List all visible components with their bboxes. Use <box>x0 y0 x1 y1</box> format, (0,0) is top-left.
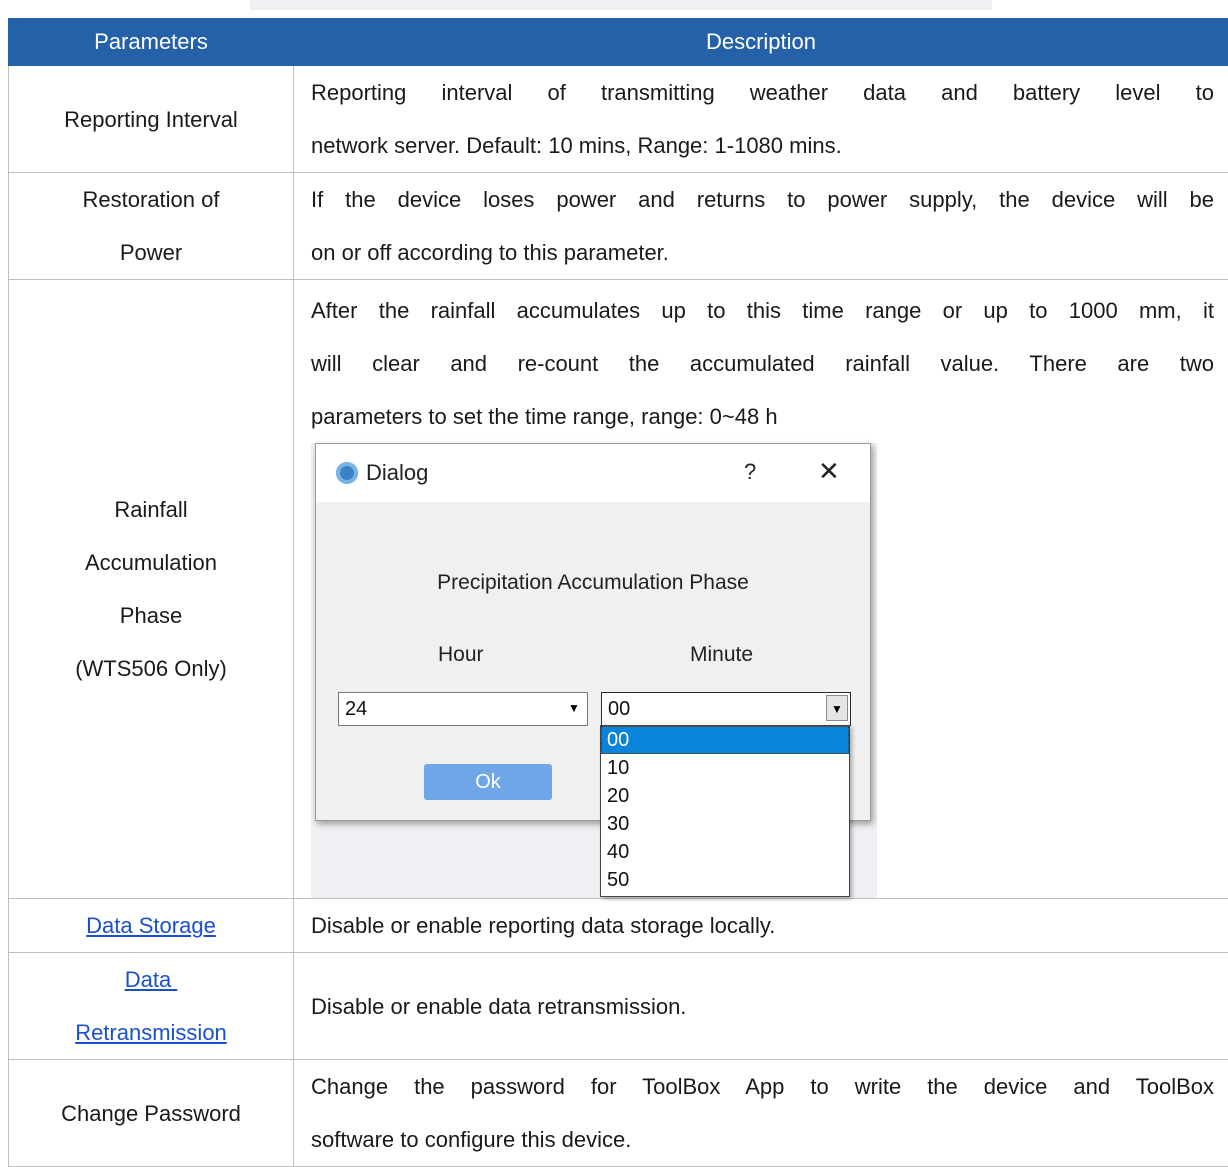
minute-dropdown-list: 00 10 20 30 40 50 <box>600 725 850 897</box>
dropdown-option[interactable]: 40 <box>601 838 849 866</box>
param-reporting-interval: Reporting Interval <box>8 65 294 173</box>
table-header-row: Parameters Description <box>8 18 1228 66</box>
desc-line: Reporting interval of transmitting weath… <box>311 80 1214 105</box>
desc-line: on or off according to this parameter. <box>311 240 669 265</box>
param-rainfall-accumulation-phase: Rainfall Accumulation Phase (WTS506 Only… <box>8 279 294 899</box>
desc-line: If the device loses power and returns to… <box>311 187 1214 212</box>
gear-icon <box>336 462 358 484</box>
chevron-down-icon[interactable]: ▼ <box>826 695 848 721</box>
desc-line: will clear and re-count the accumulated … <box>311 351 1214 376</box>
param-change-password: Change Password <box>8 1059 294 1167</box>
header-description: Description <box>293 18 1228 66</box>
minute-select[interactable]: 00 ▼ <box>601 692 851 726</box>
top-image-edge <box>250 0 992 10</box>
link-line: Retransmission <box>75 1020 227 1045</box>
param-data-retransmission: Data Retransmission <box>8 952 294 1060</box>
desc-line: Change the password for ToolBox App to w… <box>311 1074 1214 1099</box>
dialog-heading: Precipitation Accumulation Phase <box>437 571 749 594</box>
ok-button[interactable]: Ok <box>424 764 552 800</box>
param-line: Restoration of <box>82 187 220 212</box>
param-line: Accumulation <box>84 550 218 575</box>
desc-rainfall-accumulation-phase: After the rainfall accumulates up to thi… <box>293 279 1228 899</box>
param-restoration-of-power: Restoration of Power <box>8 172 294 280</box>
desc-data-storage: Disable or enable reporting data storage… <box>293 898 1228 953</box>
desc-reporting-interval: Reporting interval of transmitting weath… <box>293 65 1228 173</box>
help-button[interactable]: ? <box>744 458 756 486</box>
minute-value: 00 <box>608 698 631 720</box>
parameters-table: Parameters Description Reporting Interva… <box>8 18 1228 1167</box>
dialog-screenshot: Dialog ? ✕ Precipitation Accumulation Ph… <box>311 443 877 898</box>
desc-data-retransmission: Disable or enable data retransmission. <box>293 952 1228 1060</box>
dropdown-option[interactable]: 30 <box>601 810 849 838</box>
dialog-titlebar: Dialog ? ✕ <box>316 444 870 502</box>
chevron-down-icon[interactable]: ▼ <box>563 695 585 721</box>
table-row: Restoration of Power If the device loses… <box>8 172 1228 280</box>
data-storage-link[interactable]: Data Storage <box>86 913 216 938</box>
param-line: Phase <box>119 603 183 628</box>
table-row: Rainfall Accumulation Phase (WTS506 Only… <box>8 279 1228 899</box>
desc-restoration-of-power: If the device loses power and returns to… <box>293 172 1228 280</box>
desc-line: After the rainfall accumulates up to thi… <box>311 298 1214 323</box>
desc-line: parameters to set the time range, range:… <box>311 404 778 429</box>
table-row: Data Storage Disable or enable reporting… <box>8 898 1228 953</box>
desc-line: network server. Default: 10 mins, Range:… <box>311 133 842 158</box>
hour-value: 24 <box>345 698 368 720</box>
table-row: Data Retransmission Disable or enable da… <box>8 952 1228 1060</box>
dropdown-option[interactable]: 50 <box>601 866 849 894</box>
table-row: Reporting Interval Reporting interval of… <box>8 65 1228 173</box>
link-line: Data <box>124 967 178 992</box>
header-parameters: Parameters <box>8 18 294 66</box>
param-line: (WTS506 Only) <box>75 656 227 681</box>
close-button[interactable]: ✕ <box>818 456 840 486</box>
minute-label: Minute <box>690 643 754 666</box>
dropdown-option[interactable]: 10 <box>601 754 849 782</box>
param-line: Rainfall <box>114 497 188 522</box>
param-line: Power <box>119 240 183 265</box>
dialog-title: Dialog <box>366 460 429 485</box>
dropdown-option[interactable]: 20 <box>601 782 849 810</box>
param-data-storage: Data Storage <box>8 898 294 953</box>
table-row: Change Password Change the password for … <box>8 1059 1228 1167</box>
data-retransmission-link[interactable]: Data Retransmission <box>9 953 293 1059</box>
desc-change-password: Change the password for ToolBox App to w… <box>293 1059 1228 1167</box>
hour-select[interactable]: 24 ▼ <box>338 692 588 726</box>
hour-label: Hour <box>438 643 484 666</box>
desc-line: software to configure this device. <box>311 1127 632 1152</box>
dropdown-option[interactable]: 00 <box>601 726 849 754</box>
